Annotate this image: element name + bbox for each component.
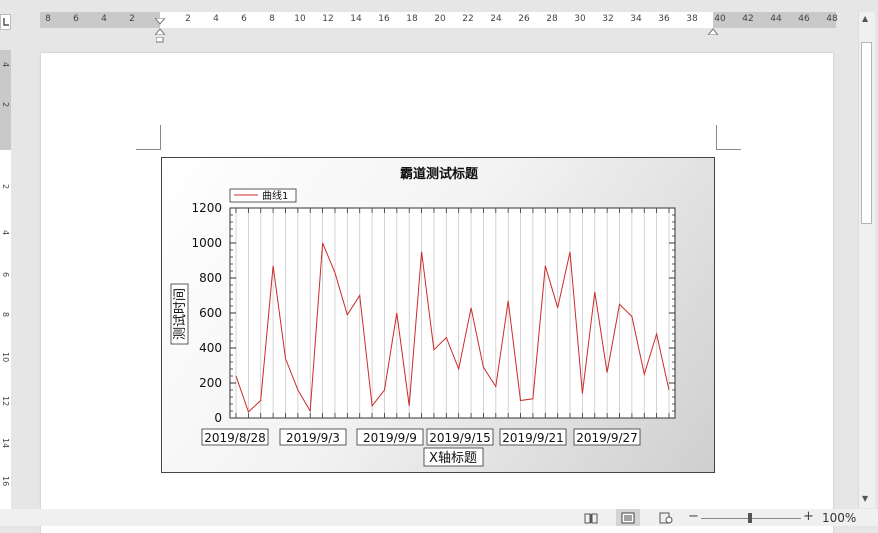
ruler-label: 6: [73, 14, 79, 24]
chart-object[interactable]: 0 200 400 600 800 1000 1200 霸道测试标题曲线1 2019/8/28 2…: [161, 157, 715, 473]
ruler-label: 14: [1, 438, 10, 449]
x-tick-label: 2019/9/3: [286, 431, 340, 445]
scroll-up-icon[interactable]: ▲: [862, 14, 868, 23]
legend-label: 曲线1: [262, 189, 288, 202]
x-tick-label: 2019/9/9: [363, 431, 417, 445]
crop-mark: [716, 125, 741, 150]
vertical-scrollbar[interactable]: ▲ ▼: [858, 12, 875, 508]
y-tick-label: 0: [214, 411, 222, 425]
scroll-down-icon[interactable]: ▼: [862, 494, 868, 503]
y-tick-label: 800: [199, 271, 222, 285]
ruler-label: 32: [602, 14, 614, 24]
ruler-label: 4: [213, 14, 219, 24]
status-bar: − + 100%: [0, 509, 878, 526]
ruler-label: 16: [378, 14, 390, 24]
ruler-label: 12: [322, 14, 334, 24]
chart-title: 霸道测试标题: [400, 166, 479, 182]
left-tab-icon: [3, 18, 9, 26]
y-tick-label: 1200: [191, 201, 222, 215]
ruler-label: 36: [658, 14, 670, 24]
web-page-icon: [659, 512, 673, 523]
ruler-label: 28: [546, 14, 558, 24]
ruler-label: 26: [518, 14, 530, 24]
crop-mark: [136, 125, 161, 150]
y-tick-label: 600: [199, 306, 222, 320]
x-axis-title: X轴标题: [429, 451, 477, 466]
ruler-label: 2: [129, 14, 135, 24]
y-axis-title: 测试时间: [173, 288, 188, 340]
ruler-label: 8: [269, 14, 275, 24]
zoom-level[interactable]: 100%: [822, 511, 856, 525]
ruler-label: 4: [1, 230, 10, 236]
ruler-label: 48: [826, 14, 838, 24]
ruler-label: 8: [1, 312, 10, 318]
ruler-label: 10: [294, 14, 306, 24]
page-icon: [621, 512, 635, 523]
ruler-label: 22: [462, 14, 474, 24]
x-tick-label: 2019/9/21: [502, 431, 564, 445]
ruler-label: 4: [1, 62, 10, 68]
ruler-label: 8: [45, 14, 51, 24]
web-layout-button[interactable]: [654, 509, 678, 526]
ruler-label: 2: [1, 184, 10, 190]
ruler-label: 34: [630, 14, 642, 24]
read-mode-button[interactable]: [579, 509, 603, 526]
zoom-out-button[interactable]: −: [688, 510, 699, 524]
vertical-ruler[interactable]: 4 2 2 4 6 8 10 12 14 16: [0, 50, 11, 520]
ruler-label: 2: [1, 102, 10, 108]
ruler-label: 6: [1, 272, 10, 278]
ruler-label: 30: [574, 14, 586, 24]
ruler-label: 14: [350, 14, 362, 24]
y-tick-label: 200: [199, 376, 222, 390]
ruler-label: 2: [185, 14, 191, 24]
ruler-label: 16: [1, 476, 10, 487]
print-layout-button[interactable]: [616, 509, 640, 526]
y-tick-label: 1000: [191, 236, 222, 250]
y-tick-label: 400: [199, 341, 222, 355]
ruler-label: 20: [434, 14, 446, 24]
ruler-label: 6: [241, 14, 247, 24]
book-icon: [584, 513, 598, 523]
left-indent-box[interactable]: [155, 28, 164, 47]
ruler-label: 10: [1, 352, 10, 363]
ruler-label: 12: [1, 396, 10, 407]
zoom-in-button[interactable]: +: [803, 510, 814, 524]
indent-marker[interactable]: [706, 20, 720, 39]
ruler-label: 4: [101, 14, 107, 24]
line-chart: 0 200 400 600 800 1000 1200 霸道测试标题曲线1 2019/8/28 2…: [170, 166, 676, 467]
horizontal-ruler[interactable]: 8 6 4 2 2 4 6 8 10 12 14 16 18 20 22 24 26 28 30 32 34 36 38 40…: [40, 12, 838, 43]
x-tick-label: 2019/9/27: [576, 431, 638, 445]
zoom-slider-thumb[interactable]: [748, 513, 752, 523]
ruler-label: 46: [798, 14, 810, 24]
ruler-label: 44: [770, 14, 782, 24]
ruler-label: 38: [686, 14, 698, 24]
scroll-thumb[interactable]: [861, 42, 872, 224]
ruler-label: 24: [490, 14, 502, 24]
tab-stop-selector[interactable]: [0, 14, 11, 30]
x-tick-label: 2019/8/28: [204, 431, 266, 445]
ruler-label: 42: [742, 14, 754, 24]
ruler-label: 18: [406, 14, 418, 24]
x-tick-label: 2019/9/15: [429, 431, 491, 445]
